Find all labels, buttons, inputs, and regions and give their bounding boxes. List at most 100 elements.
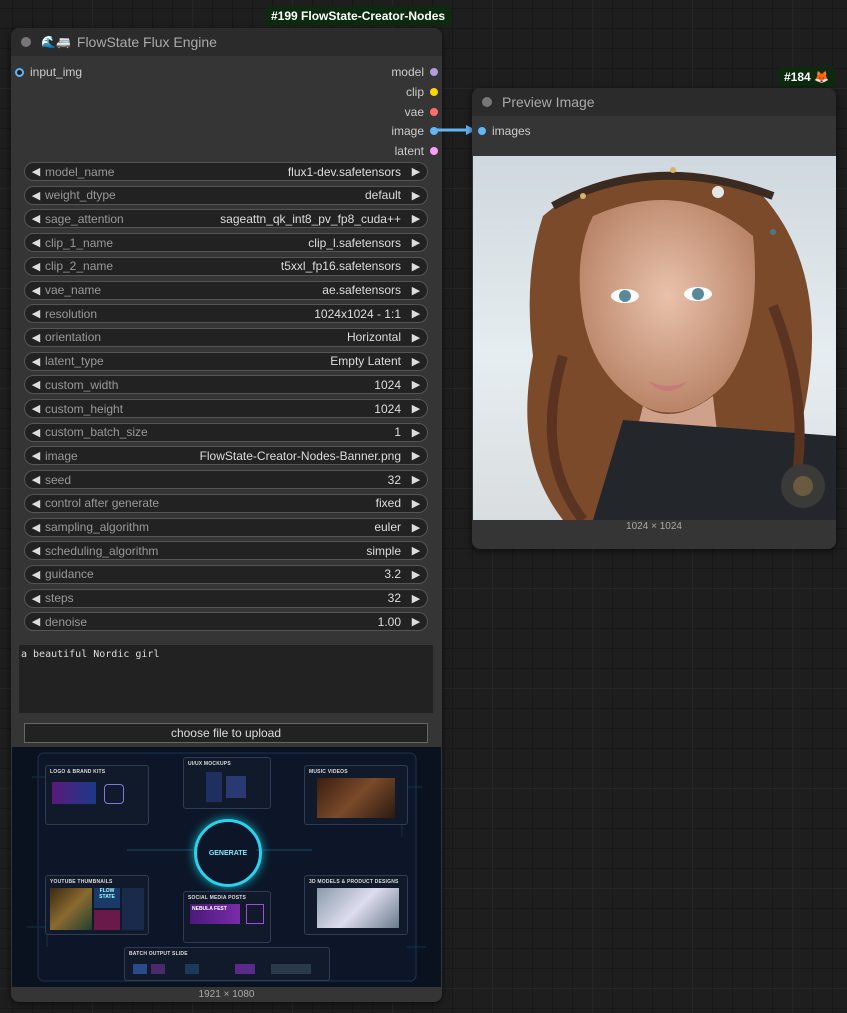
- widget-scheduling-algorithm[interactable]: ◀ scheduling_algorithm simple ▶: [24, 541, 428, 561]
- decrement-arrow-icon[interactable]: ◀: [29, 189, 43, 202]
- widget-vae-name[interactable]: ◀ vae_name ae.safetensors ▶: [24, 280, 428, 300]
- increment-arrow-icon[interactable]: ▶: [409, 592, 423, 605]
- decrement-arrow-icon[interactable]: ◀: [29, 402, 43, 415]
- decrement-arrow-icon[interactable]: ◀: [29, 521, 43, 534]
- widget-control-after-generate[interactable]: ◀ control after generate fixed ▶: [24, 493, 428, 513]
- decrement-arrow-icon[interactable]: ◀: [29, 284, 43, 297]
- increment-arrow-icon[interactable]: ▶: [409, 212, 423, 225]
- widget-latent-type[interactable]: ◀ latent_type Empty Latent ▶: [24, 351, 428, 371]
- images-slot-icon[interactable]: [478, 127, 486, 135]
- increment-arrow-icon[interactable]: ▶: [409, 355, 423, 368]
- widget-value[interactable]: default: [116, 188, 401, 202]
- widget-custom-batch-size[interactable]: ◀ custom_batch_size 1 ▶: [24, 422, 428, 442]
- widget-resolution[interactable]: ◀ resolution 1024x1024 - 1:1 ▶: [24, 304, 428, 324]
- widget-value[interactable]: 1.00: [87, 615, 401, 629]
- widget-value[interactable]: flux1-dev.safetensors: [114, 165, 401, 179]
- output-slot-icon[interactable]: [430, 88, 438, 96]
- decrement-arrow-icon[interactable]: ◀: [29, 497, 43, 510]
- widget-value[interactable]: clip_l.safetensors: [113, 236, 401, 250]
- preview-title-bar[interactable]: Preview Image: [472, 88, 836, 116]
- increment-arrow-icon[interactable]: ▶: [409, 307, 423, 320]
- increment-arrow-icon[interactable]: ▶: [409, 449, 423, 462]
- widget-value[interactable]: 1024x1024 - 1:1: [97, 307, 401, 321]
- widget-value[interactable]: fixed: [159, 496, 401, 510]
- widget-orientation[interactable]: ◀ orientation Horizontal ▶: [24, 327, 428, 347]
- output-slot-clip[interactable]: clip: [406, 85, 438, 99]
- decrement-arrow-icon[interactable]: ◀: [29, 544, 43, 557]
- collapse-dot-icon[interactable]: [21, 37, 31, 47]
- decrement-arrow-icon[interactable]: ◀: [29, 378, 43, 391]
- decrement-arrow-icon[interactable]: ◀: [29, 212, 43, 225]
- decrement-arrow-icon[interactable]: ◀: [29, 236, 43, 249]
- output-slot-label: model: [391, 65, 424, 79]
- output-slot-vae[interactable]: vae: [405, 105, 438, 119]
- increment-arrow-icon[interactable]: ▶: [409, 189, 423, 202]
- widget-value[interactable]: simple: [158, 544, 401, 558]
- input-img-slot[interactable]: input_img: [15, 65, 82, 79]
- widget-clip-2-name[interactable]: ◀ clip_2_name t5xxl_fp16.safetensors ▶: [24, 256, 428, 276]
- increment-arrow-icon[interactable]: ▶: [409, 165, 423, 178]
- images-input-slot[interactable]: images: [478, 124, 531, 138]
- decrement-arrow-icon[interactable]: ◀: [29, 449, 43, 462]
- increment-arrow-icon[interactable]: ▶: [409, 615, 423, 628]
- widget-value[interactable]: FlowState-Creator-Nodes-Banner.png: [78, 449, 401, 463]
- decrement-arrow-icon[interactable]: ◀: [29, 355, 43, 368]
- increment-arrow-icon[interactable]: ▶: [409, 521, 423, 534]
- decrement-arrow-icon[interactable]: ◀: [29, 473, 43, 486]
- widget-custom-width[interactable]: ◀ custom_width 1024 ▶: [24, 375, 428, 395]
- decrement-arrow-icon[interactable]: ◀: [29, 331, 43, 344]
- increment-arrow-icon[interactable]: ▶: [409, 331, 423, 344]
- widget-sage-attention[interactable]: ◀ sage_attention sageattn_qk_int8_pv_fp8_c…: [24, 209, 428, 229]
- increment-arrow-icon[interactable]: ▶: [409, 544, 423, 557]
- widget-value[interactable]: 1024: [118, 378, 401, 392]
- widget-value[interactable]: t5xxl_fp16.safetensors: [113, 259, 401, 273]
- widget-seed[interactable]: ◀ seed 32 ▶: [24, 470, 428, 490]
- decrement-arrow-icon[interactable]: ◀: [29, 165, 43, 178]
- widget-value[interactable]: 32: [71, 473, 401, 487]
- output-slot-model[interactable]: model: [391, 65, 438, 79]
- widget-value[interactable]: Horizontal: [101, 330, 401, 344]
- widget-label: latent_type: [45, 354, 104, 369]
- increment-arrow-icon[interactable]: ▶: [409, 378, 423, 391]
- widget-clip-1-name[interactable]: ◀ clip_1_name clip_l.safetensors ▶: [24, 233, 428, 253]
- output-slot-icon[interactable]: [430, 108, 438, 116]
- widget-value[interactable]: 32: [74, 591, 401, 605]
- increment-arrow-icon[interactable]: ▶: [409, 568, 423, 581]
- increment-arrow-icon[interactable]: ▶: [409, 236, 423, 249]
- increment-arrow-icon[interactable]: ▶: [409, 402, 423, 415]
- widget-sampling-algorithm[interactable]: ◀ sampling_algorithm euler ▶: [24, 517, 428, 537]
- widget-value[interactable]: euler: [149, 520, 401, 534]
- widget-value[interactable]: sageattn_qk_int8_pv_fp8_cuda++: [124, 212, 401, 226]
- widget-value[interactable]: 1: [148, 425, 401, 439]
- widget-value[interactable]: 3.2: [94, 567, 401, 581]
- decrement-arrow-icon[interactable]: ◀: [29, 615, 43, 628]
- widget-value[interactable]: ae.safetensors: [101, 283, 401, 297]
- output-slot-icon[interactable]: [430, 68, 438, 76]
- decrement-arrow-icon[interactable]: ◀: [29, 307, 43, 320]
- output-slot-icon[interactable]: [430, 147, 438, 155]
- decrement-arrow-icon[interactable]: ◀: [29, 260, 43, 273]
- widget-custom-height[interactable]: ◀ custom_height 1024 ▶: [24, 399, 428, 418]
- increment-arrow-icon[interactable]: ▶: [409, 497, 423, 510]
- increment-arrow-icon[interactable]: ▶: [409, 426, 423, 439]
- widget-value[interactable]: Empty Latent: [104, 354, 401, 368]
- widget-steps[interactable]: ◀ steps 32 ▶: [24, 588, 428, 608]
- decrement-arrow-icon[interactable]: ◀: [29, 426, 43, 439]
- widget-model-name[interactable]: ◀ model_name flux1-dev.safetensors ▶: [24, 162, 428, 181]
- choose-file-button[interactable]: choose file to upload: [24, 723, 428, 743]
- widget-weight-dtype[interactable]: ◀ weight_dtype default ▶: [24, 185, 428, 205]
- preview-collapse-dot-icon[interactable]: [482, 97, 492, 107]
- prompt-textarea[interactable]: a beautiful Nordic girl: [19, 645, 433, 713]
- decrement-arrow-icon[interactable]: ◀: [29, 592, 43, 605]
- output-slot-latent[interactable]: latent: [395, 144, 438, 158]
- decrement-arrow-icon[interactable]: ◀: [29, 568, 43, 581]
- widget-denoise[interactable]: ◀ denoise 1.00 ▶: [24, 612, 428, 632]
- input-slot-icon[interactable]: [15, 67, 24, 77]
- increment-arrow-icon[interactable]: ▶: [409, 473, 423, 486]
- increment-arrow-icon[interactable]: ▶: [409, 284, 423, 297]
- node-title-bar[interactable]: 🌊🚐 FlowState Flux Engine: [11, 28, 442, 56]
- widget-image[interactable]: ◀ image FlowState-Creator-Nodes-Banner.png…: [24, 446, 428, 466]
- widget-value[interactable]: 1024: [123, 402, 401, 416]
- widget-guidance[interactable]: ◀ guidance 3.2 ▶: [24, 564, 428, 584]
- increment-arrow-icon[interactable]: ▶: [409, 260, 423, 273]
